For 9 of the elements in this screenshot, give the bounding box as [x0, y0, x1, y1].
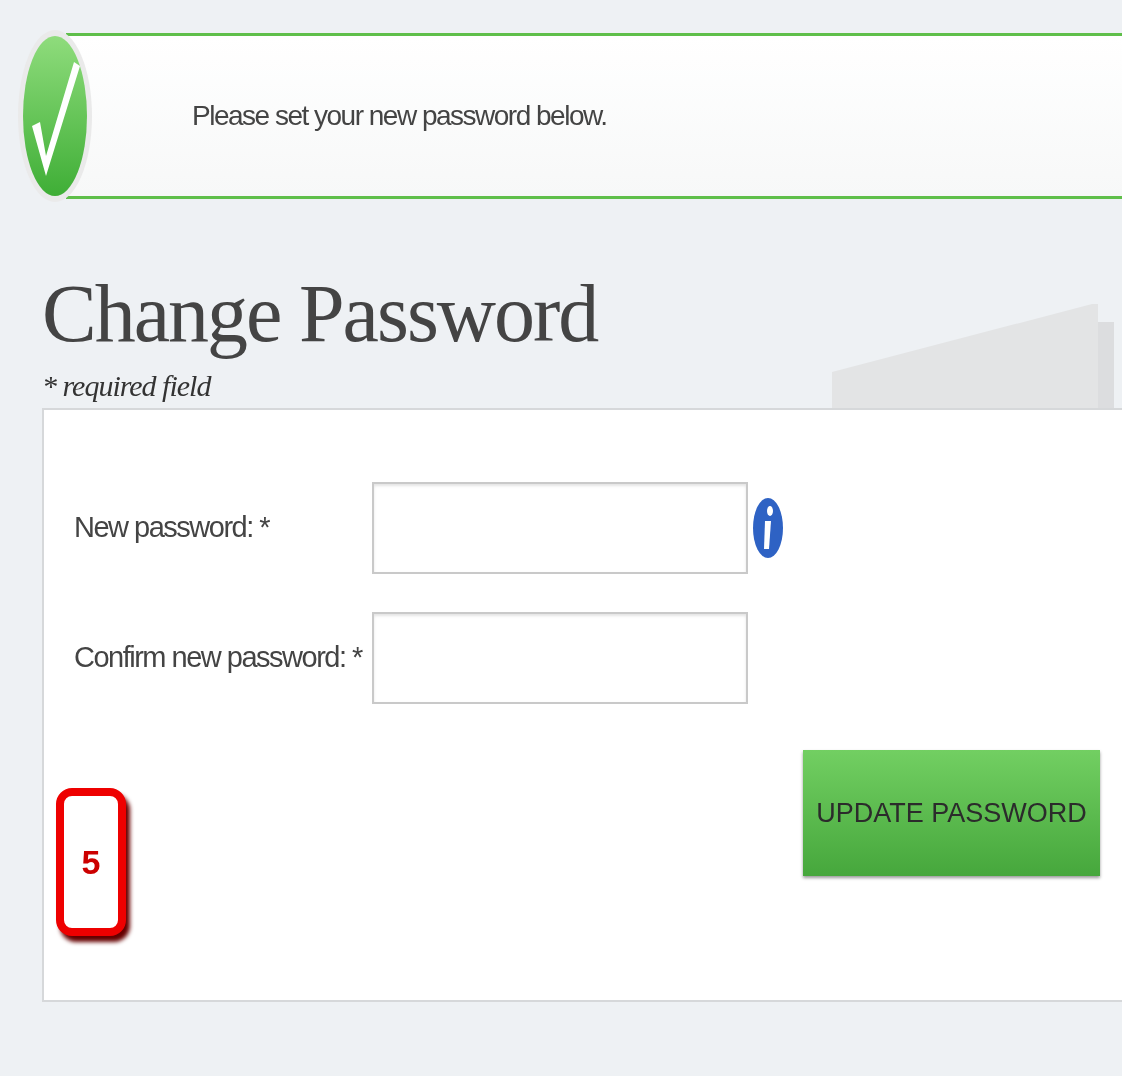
info-icon[interactable]: [752, 497, 784, 559]
update-password-button[interactable]: UPDATE PASSWORD: [803, 750, 1100, 876]
required-field-note: * required field: [42, 368, 213, 404]
step-number: 5: [56, 788, 126, 936]
field-label: Confirm new password: *: [74, 640, 364, 676]
notice-message: Please set your new password below.: [192, 98, 607, 133]
password-field[interactable]: [372, 482, 748, 574]
field-label: New password: *: [74, 510, 271, 546]
password-field[interactable]: [372, 612, 748, 704]
